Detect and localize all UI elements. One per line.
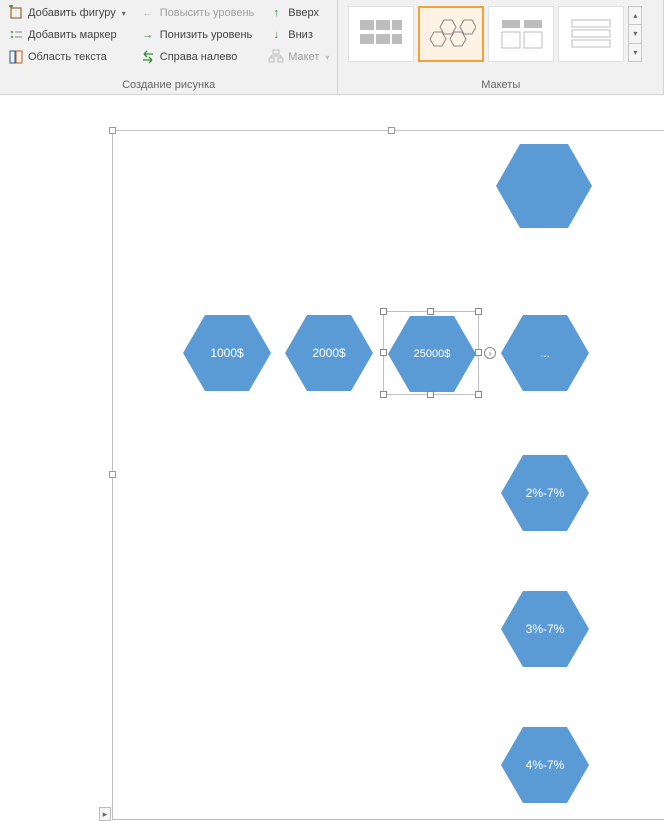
ribbon-group-layouts-label: Макеты xyxy=(344,77,657,94)
add-shape-label: Добавить фигуру xyxy=(28,7,116,19)
gallery-item-hexagons[interactable] xyxy=(418,6,484,62)
shape-selection[interactable]: 25000$ › xyxy=(383,311,479,395)
hexagon-text: 25000$ xyxy=(414,348,451,360)
layout-label: Макет xyxy=(288,51,319,63)
dropdown-caret-icon: ▾ xyxy=(122,9,126,18)
resize-handle[interactable] xyxy=(380,308,387,315)
move-up-button[interactable]: ↑ Вверх xyxy=(266,4,331,22)
arrow-up-icon: ↑ xyxy=(268,5,284,21)
rtl-label: Справа налево xyxy=(160,51,238,63)
ribbon-group-body: ▴ ▾ ▾ xyxy=(344,4,657,64)
layouts-gallery: ▴ ▾ ▾ xyxy=(344,4,646,64)
gallery-scroll-up-icon[interactable]: ▴ xyxy=(629,7,641,25)
ribbon-column-1: Добавить фигуру ▾ Добавить маркер Област… xyxy=(6,4,128,66)
gallery-item-blocks[interactable] xyxy=(348,6,414,62)
gallery-expand-icon[interactable]: ▾ xyxy=(629,44,641,61)
gallery-item-list[interactable] xyxy=(558,6,624,62)
hexagon-text: 1000$ xyxy=(210,346,243,360)
hexagon-shape-selected[interactable]: 25000$ xyxy=(388,316,476,392)
ribbon-group-body: Добавить фигуру ▾ Добавить маркер Област… xyxy=(6,4,331,66)
move-down-label: Вниз xyxy=(288,29,313,41)
promote-label: Повысить уровень xyxy=(160,7,255,19)
text-pane-toggle[interactable]: ▸ xyxy=(99,807,111,821)
resize-handle[interactable] xyxy=(427,308,434,315)
connector-handle-icon[interactable]: › xyxy=(484,347,496,359)
ribbon: Добавить фигуру ▾ Добавить маркер Област… xyxy=(0,0,664,95)
ribbon-group-layouts: ▴ ▾ ▾ Макеты xyxy=(338,0,664,94)
resize-handle[interactable] xyxy=(109,127,116,134)
hexagon-shape[interactable] xyxy=(496,144,592,228)
gallery-item-stacked[interactable] xyxy=(488,6,554,62)
hexagon-shape[interactable]: 4%-7% xyxy=(501,727,589,803)
hexagon-shape[interactable]: 2000$ xyxy=(285,315,373,391)
add-bullet-button[interactable]: Добавить маркер xyxy=(6,26,128,44)
hexagon-shape[interactable]: 3%-7% xyxy=(501,591,589,667)
ribbon-column-2: ← Повысить уровень → Понизить уровень Сп… xyxy=(138,4,257,66)
rtl-button[interactable]: Справа налево xyxy=(138,48,257,66)
gallery-scrollbar[interactable]: ▴ ▾ ▾ xyxy=(628,6,642,62)
resize-handle[interactable] xyxy=(388,127,395,134)
arrow-left-icon: ← xyxy=(140,5,156,21)
layout-button: Макет ▾ xyxy=(266,48,331,66)
ribbon-group-drawing: Добавить фигуру ▾ Добавить маркер Област… xyxy=(0,0,338,94)
add-bullet-label: Добавить маркер xyxy=(28,29,117,41)
resize-handle[interactable] xyxy=(475,349,482,356)
document-canvas[interactable]: ▸ 1000$ 2000$ 25000$ › ... 2%-7% xyxy=(0,95,664,805)
move-up-label: Вверх xyxy=(288,7,319,19)
hexagon-text: 2000$ xyxy=(312,346,345,360)
hexagon-text: ... xyxy=(540,346,550,360)
resize-handle[interactable] xyxy=(427,391,434,398)
ribbon-group-drawing-label: Создание рисунка xyxy=(6,77,331,94)
hexagon-text: 3%-7% xyxy=(526,622,565,636)
layout-icon xyxy=(268,49,284,65)
demote-label: Понизить уровень xyxy=(160,29,253,41)
hexagon-shape[interactable]: ... xyxy=(501,315,589,391)
resize-handle[interactable] xyxy=(109,471,116,478)
resize-handle[interactable] xyxy=(380,391,387,398)
resize-handle[interactable] xyxy=(380,349,387,356)
gallery-scroll-down-icon[interactable]: ▾ xyxy=(629,25,641,43)
demote-button[interactable]: → Понизить уровень xyxy=(138,26,257,44)
smartart-frame[interactable]: ▸ 1000$ 2000$ 25000$ › ... 2%-7% xyxy=(112,130,664,820)
text-pane-button[interactable]: Область текста xyxy=(6,48,128,66)
arrow-down-icon: ↓ xyxy=(268,27,284,43)
text-pane-label: Область текста xyxy=(28,51,107,63)
resize-handle[interactable] xyxy=(475,391,482,398)
add-shape-button[interactable]: Добавить фигуру ▾ xyxy=(6,4,128,22)
add-bullet-icon xyxy=(8,27,24,43)
arrow-right-icon: → xyxy=(140,27,156,43)
hexagon-text: 4%-7% xyxy=(526,758,565,772)
hexagon-shape[interactable]: 2%-7% xyxy=(501,455,589,531)
resize-handle[interactable] xyxy=(475,308,482,315)
hexagon-shape[interactable]: 1000$ xyxy=(183,315,271,391)
promote-button: ← Повысить уровень xyxy=(138,4,257,22)
move-down-button[interactable]: ↓ Вниз xyxy=(266,26,331,44)
rtl-icon xyxy=(140,49,156,65)
ribbon-column-3: ↑ Вверх ↓ Вниз Макет ▾ xyxy=(266,4,331,66)
text-pane-icon xyxy=(8,49,24,65)
hexagon-text: 2%-7% xyxy=(526,486,565,500)
dropdown-caret-icon: ▾ xyxy=(325,53,329,62)
add-shape-icon xyxy=(8,5,24,21)
